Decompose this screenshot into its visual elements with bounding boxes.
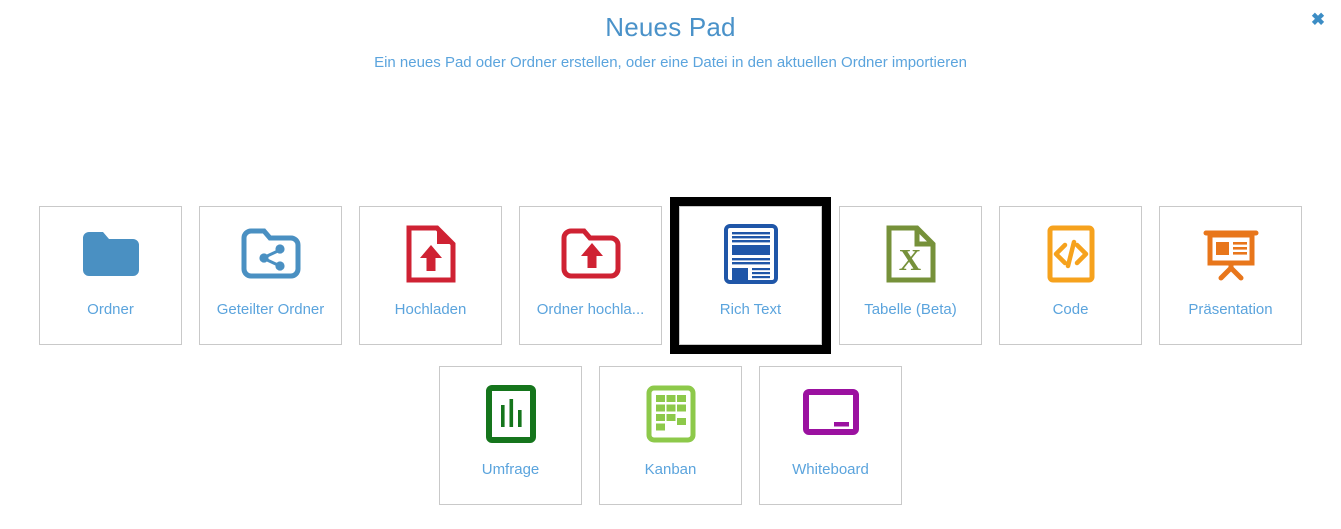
tile-holder: Ordner hochla... bbox=[519, 206, 662, 345]
pad-type-tile-geteilter-ordner[interactable]: Geteilter Ordner bbox=[199, 206, 342, 345]
tile-holder: Ordner bbox=[39, 206, 182, 345]
pad-type-tile-ordner-hochladen[interactable]: Ordner hochla... bbox=[519, 206, 662, 345]
pad-type-tile-code[interactable]: Code bbox=[999, 206, 1142, 345]
tile-holder: Hochladen bbox=[359, 206, 502, 345]
page-title: Neues Pad bbox=[605, 12, 736, 42]
dialog-header: Neues Pad Ein neues Pad oder Ordner erst… bbox=[0, 0, 1341, 73]
folder-icon bbox=[40, 207, 181, 301]
pad-type-label-code: Code bbox=[1052, 301, 1089, 318]
dialog-subtitle: Ein neues Pad oder Ordner erstellen, ode… bbox=[374, 54, 967, 71]
pad-type-label-praesentation: Präsentation bbox=[1188, 301, 1273, 318]
pad-type-label-whiteboard: Whiteboard bbox=[792, 461, 869, 478]
pad-type-label-hochladen: Hochladen bbox=[394, 301, 467, 318]
pad-type-tile-ordner[interactable]: Ordner bbox=[39, 206, 182, 345]
pad-type-tile-umfrage[interactable]: Umfrage bbox=[439, 366, 582, 505]
upload-file-icon bbox=[360, 207, 501, 301]
svg-text:X: X bbox=[898, 242, 921, 277]
pad-type-tile-rich-text[interactable]: Rich Text bbox=[679, 206, 822, 345]
pad-type-label-ordner-hochladen: Ordner hochla... bbox=[536, 301, 645, 318]
tile-holder: X Tabelle (Beta) bbox=[839, 206, 982, 345]
tile-holder: Kanban bbox=[599, 366, 742, 505]
pad-type-label-kanban: Kanban bbox=[644, 461, 697, 478]
pad-type-label-umfrage: Umfrage bbox=[481, 461, 540, 478]
pad-type-row-1: Ordner Geteilter Ordner Hochladen Ordner… bbox=[0, 197, 1341, 354]
tile-holder: Umfrage bbox=[439, 366, 582, 505]
close-icon[interactable]: ✖ bbox=[1307, 9, 1329, 31]
pad-type-label-ordner: Ordner bbox=[87, 301, 134, 318]
rich-text-icon bbox=[680, 207, 821, 301]
pad-type-tile-tabelle-beta[interactable]: X Tabelle (Beta) bbox=[839, 206, 982, 345]
pad-type-tile-whiteboard[interactable]: Whiteboard bbox=[759, 366, 902, 505]
pad-type-row-2: Umfrage Kanban Whiteboard bbox=[0, 366, 1341, 505]
spreadsheet-icon: X bbox=[840, 207, 981, 301]
poll-icon bbox=[440, 367, 581, 461]
code-icon bbox=[1000, 207, 1141, 301]
upload-folder-icon bbox=[520, 207, 661, 301]
pad-type-tile-kanban[interactable]: Kanban bbox=[599, 366, 742, 505]
pad-type-label-rich-text: Rich Text bbox=[719, 301, 782, 318]
tile-holder: Whiteboard bbox=[759, 366, 902, 505]
presentation-icon bbox=[1160, 207, 1301, 301]
pad-type-grid: Ordner Geteilter Ordner Hochladen Ordner… bbox=[0, 197, 1341, 505]
whiteboard-icon bbox=[760, 367, 901, 461]
pad-type-tile-praesentation[interactable]: Präsentation bbox=[1159, 206, 1302, 345]
tile-holder: Geteilter Ordner bbox=[199, 206, 342, 345]
kanban-icon bbox=[600, 367, 741, 461]
pad-type-tile-hochladen[interactable]: Hochladen bbox=[359, 206, 502, 345]
selected-tile-outline: Rich Text bbox=[670, 197, 831, 354]
shared-folder-icon bbox=[200, 207, 341, 301]
tile-holder: Präsentation bbox=[1159, 206, 1302, 345]
tile-holder: Code bbox=[999, 206, 1142, 345]
pad-type-label-tabelle-beta: Tabelle (Beta) bbox=[864, 301, 957, 318]
pad-type-label-geteilter-ordner: Geteilter Ordner bbox=[216, 301, 325, 318]
